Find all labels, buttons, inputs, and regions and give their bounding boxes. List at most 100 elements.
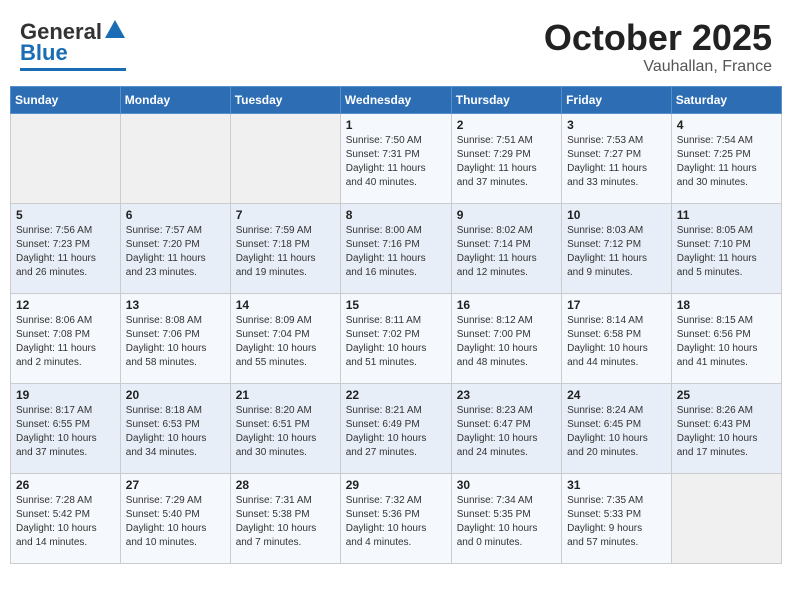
day-info: Sunrise: 7:35 AM Sunset: 5:33 PM Dayligh… xyxy=(567,494,666,550)
day-number: 13 xyxy=(126,298,225,312)
calendar-cell: 25Sunrise: 8:26 AM Sunset: 6:43 PM Dayli… xyxy=(671,383,781,473)
day-number: 16 xyxy=(457,298,556,312)
day-info: Sunrise: 7:31 AM Sunset: 5:38 PM Dayligh… xyxy=(236,494,335,550)
calendar-cell: 10 Sunrise: 8:03 AM Sunset: 7:12 PM Dayli… xyxy=(562,203,672,293)
week-row-4: 19 Sunrise: 8:17 AM Sunset: 6:55 PM Dayli… xyxy=(11,383,782,473)
weekday-header-monday: Monday xyxy=(120,86,230,113)
calendar-cell: 31 Sunrise: 7:35 AM Sunset: 5:33 PM Dayli… xyxy=(562,473,672,563)
calendar-cell: 22 Sunrise: 8:21 AM Sunset: 6:49 PM Dayli… xyxy=(340,383,451,473)
calendar-cell: 21 Sunrise: 8:20 AM Sunset: 6:51 PM Dayli… xyxy=(230,383,340,473)
weekday-header-thursday: Thursday xyxy=(451,86,561,113)
day-info: Sunrise: 7:50 AM Sunset: 7:31 PM Dayligh… xyxy=(346,134,446,190)
calendar-cell: 15Sunrise: 8:11 AM Sunset: 7:02 PM Dayli… xyxy=(340,293,451,383)
calendar-table: SundayMondayTuesdayWednesdayThursdayFrid… xyxy=(10,86,782,564)
calendar-cell: 17 Sunrise: 8:14 AM Sunset: 6:58 PM Dayli… xyxy=(562,293,672,383)
day-number: 11 xyxy=(677,208,776,222)
weekday-header-saturday: Saturday xyxy=(671,86,781,113)
day-number: 3 xyxy=(567,118,666,132)
calendar-cell: 13 Sunrise: 8:08 AM Sunset: 7:06 PM Dayli… xyxy=(120,293,230,383)
calendar-cell: 8 Sunrise: 8:00 AM Sunset: 7:16 PM Daylig… xyxy=(340,203,451,293)
calendar-cell: 30Sunrise: 7:34 AM Sunset: 5:35 PM Dayli… xyxy=(451,473,561,563)
weekday-header-row: SundayMondayTuesdayWednesdayThursdayFrid… xyxy=(11,86,782,113)
day-info: Sunrise: 8:24 AM Sunset: 6:45 PM Dayligh… xyxy=(567,404,666,460)
calendar-cell: 5 Sunrise: 7:56 AM Sunset: 7:23 PM Daylig… xyxy=(11,203,121,293)
calendar-cell xyxy=(11,113,121,203)
title-section: October 2025 Vauhallan, France xyxy=(544,18,772,76)
day-number: 24 xyxy=(567,388,666,402)
day-info: Sunrise: 8:12 AM Sunset: 7:00 PM Dayligh… xyxy=(457,314,556,370)
day-number: 4 xyxy=(677,118,776,132)
weekday-header-wednesday: Wednesday xyxy=(340,86,451,113)
logo-blue: Blue xyxy=(20,40,68,66)
day-info: Sunrise: 8:00 AM Sunset: 7:16 PM Dayligh… xyxy=(346,224,446,280)
day-number: 21 xyxy=(236,388,335,402)
logo-triangle-icon xyxy=(104,18,126,40)
calendar-cell: 2 Sunrise: 7:51 AM Sunset: 7:29 PM Daylig… xyxy=(451,113,561,203)
day-number: 19 xyxy=(16,388,115,402)
day-number: 5 xyxy=(16,208,115,222)
location: Vauhallan, France xyxy=(544,58,772,76)
day-info: Sunrise: 8:17 AM Sunset: 6:55 PM Dayligh… xyxy=(16,404,115,460)
day-info: Sunrise: 7:32 AM Sunset: 5:36 PM Dayligh… xyxy=(346,494,446,550)
calendar-cell: 20 Sunrise: 8:18 AM Sunset: 6:53 PM Dayli… xyxy=(120,383,230,473)
calendar-cell: 6Sunrise: 7:57 AM Sunset: 7:20 PM Daylig… xyxy=(120,203,230,293)
day-info: Sunrise: 8:15 AM Sunset: 6:56 PM Dayligh… xyxy=(677,314,776,370)
calendar-cell: 4 Sunrise: 7:54 AM Sunset: 7:25 PM Daylig… xyxy=(671,113,781,203)
day-number: 7 xyxy=(236,208,335,222)
day-info: Sunrise: 8:14 AM Sunset: 6:58 PM Dayligh… xyxy=(567,314,666,370)
calendar-cell: 16 Sunrise: 8:12 AM Sunset: 7:00 PM Dayli… xyxy=(451,293,561,383)
day-number: 2 xyxy=(457,118,556,132)
logo: General Blue xyxy=(20,18,126,71)
day-info: Sunrise: 7:51 AM Sunset: 7:29 PM Dayligh… xyxy=(457,134,556,190)
day-number: 31 xyxy=(567,478,666,492)
day-number: 14 xyxy=(236,298,335,312)
day-number: 20 xyxy=(126,388,225,402)
day-info: Sunrise: 7:57 AM Sunset: 7:20 PM Dayligh… xyxy=(126,224,225,280)
week-row-3: 12Sunrise: 8:06 AM Sunset: 7:08 PM Dayli… xyxy=(11,293,782,383)
day-number: 10 xyxy=(567,208,666,222)
week-row-2: 5 Sunrise: 7:56 AM Sunset: 7:23 PM Daylig… xyxy=(11,203,782,293)
day-number: 26 xyxy=(16,478,115,492)
day-info: Sunrise: 8:08 AM Sunset: 7:06 PM Dayligh… xyxy=(126,314,225,370)
calendar-cell: 3Sunrise: 7:53 AM Sunset: 7:27 PM Daylig… xyxy=(562,113,672,203)
weekday-header-friday: Friday xyxy=(562,86,672,113)
calendar-cell: 23Sunrise: 8:23 AM Sunset: 6:47 PM Dayli… xyxy=(451,383,561,473)
logo-underline xyxy=(20,68,126,71)
day-info: Sunrise: 8:02 AM Sunset: 7:14 PM Dayligh… xyxy=(457,224,556,280)
calendar-cell xyxy=(230,113,340,203)
day-number: 25 xyxy=(677,388,776,402)
day-number: 28 xyxy=(236,478,335,492)
day-number: 17 xyxy=(567,298,666,312)
calendar-cell: 24 Sunrise: 8:24 AM Sunset: 6:45 PM Dayli… xyxy=(562,383,672,473)
day-info: Sunrise: 8:03 AM Sunset: 7:12 PM Dayligh… xyxy=(567,224,666,280)
day-info: Sunrise: 7:34 AM Sunset: 5:35 PM Dayligh… xyxy=(457,494,556,550)
day-number: 1 xyxy=(346,118,446,132)
day-info: Sunrise: 8:18 AM Sunset: 6:53 PM Dayligh… xyxy=(126,404,225,460)
day-number: 9 xyxy=(457,208,556,222)
day-number: 29 xyxy=(346,478,446,492)
weekday-header-sunday: Sunday xyxy=(11,86,121,113)
day-info: Sunrise: 8:05 AM Sunset: 7:10 PM Dayligh… xyxy=(677,224,776,280)
day-info: Sunrise: 8:21 AM Sunset: 6:49 PM Dayligh… xyxy=(346,404,446,460)
calendar-cell: 19 Sunrise: 8:17 AM Sunset: 6:55 PM Dayli… xyxy=(11,383,121,473)
day-info: Sunrise: 8:20 AM Sunset: 6:51 PM Dayligh… xyxy=(236,404,335,460)
day-number: 18 xyxy=(677,298,776,312)
day-info: Sunrise: 7:54 AM Sunset: 7:25 PM Dayligh… xyxy=(677,134,776,190)
month-title: October 2025 xyxy=(544,18,772,58)
week-row-1: 1 Sunrise: 7:50 AM Sunset: 7:31 PM Daylig… xyxy=(11,113,782,203)
day-info: Sunrise: 7:59 AM Sunset: 7:18 PM Dayligh… xyxy=(236,224,335,280)
calendar-cell: 14Sunrise: 8:09 AM Sunset: 7:04 PM Dayli… xyxy=(230,293,340,383)
calendar-cell: 1 Sunrise: 7:50 AM Sunset: 7:31 PM Daylig… xyxy=(340,113,451,203)
day-number: 22 xyxy=(346,388,446,402)
calendar-cell xyxy=(671,473,781,563)
day-number: 8 xyxy=(346,208,446,222)
day-info: Sunrise: 7:56 AM Sunset: 7:23 PM Dayligh… xyxy=(16,224,115,280)
calendar-cell xyxy=(120,113,230,203)
week-row-5: 26Sunrise: 7:28 AM Sunset: 5:42 PM Dayli… xyxy=(11,473,782,563)
weekday-header-tuesday: Tuesday xyxy=(230,86,340,113)
calendar-cell: 29 Sunrise: 7:32 AM Sunset: 5:36 PM Dayli… xyxy=(340,473,451,563)
calendar-cell: 26Sunrise: 7:28 AM Sunset: 5:42 PM Dayli… xyxy=(11,473,121,563)
day-info: Sunrise: 8:23 AM Sunset: 6:47 PM Dayligh… xyxy=(457,404,556,460)
day-info: Sunrise: 8:11 AM Sunset: 7:02 PM Dayligh… xyxy=(346,314,446,370)
day-info: Sunrise: 8:06 AM Sunset: 7:08 PM Dayligh… xyxy=(16,314,115,370)
